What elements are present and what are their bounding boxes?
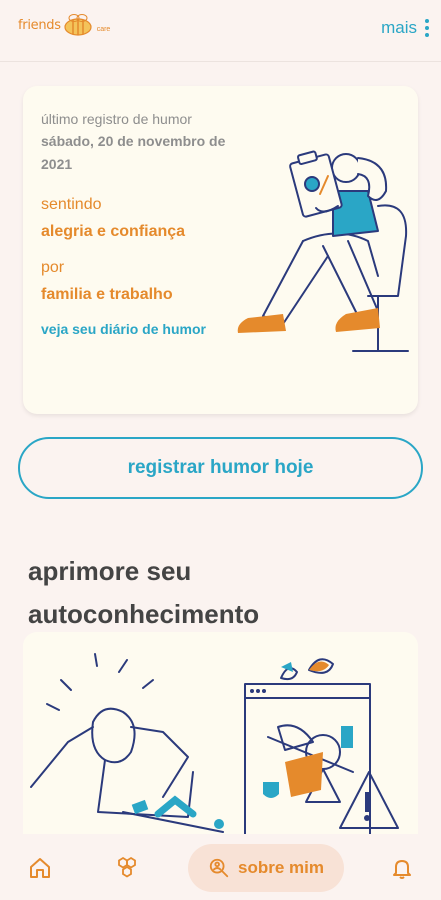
last-mood-details: último registro de humor sábado, 20 de n… <box>41 108 231 341</box>
nav-about-me-label: sobre mim <box>238 858 324 877</box>
reason-label: por <box>41 259 65 276</box>
logo-text: friends <box>18 17 61 33</box>
person-reading-report-illustration <box>237 150 409 352</box>
kebab-menu-icon <box>425 19 429 37</box>
home-icon[interactable] <box>28 856 52 880</box>
feeling-label: sentindo <box>41 196 102 213</box>
app-header: friends care mais <box>0 0 441 62</box>
register-mood-button[interactable]: registrar humor hoje <box>18 437 423 499</box>
mood-diary-link[interactable]: veja seu diário de humor <box>41 318 231 341</box>
bell-icon[interactable] <box>390 856 414 880</box>
self-knowledge-card[interactable] <box>23 632 418 842</box>
stressed-person-illustration <box>30 653 399 840</box>
more-menu-label: mais <box>381 18 417 37</box>
feeling-value: alegria e confiança <box>41 223 186 240</box>
last-record-label: último registro de humor <box>41 111 192 127</box>
reason-value: familia e trabalho <box>41 286 173 303</box>
nav-about-me-button[interactable]: sobre mim <box>188 844 344 892</box>
hexagons-icon[interactable] <box>115 856 139 880</box>
last-mood-card: último registro de humor sábado, 20 de n… <box>23 86 418 414</box>
section-title: aprimore seu autoconhecimento <box>28 556 260 629</box>
more-menu-button[interactable]: mais <box>381 18 429 38</box>
logo-subtext: care <box>96 25 111 33</box>
bee-logo-icon <box>64 14 92 36</box>
last-record-date: sábado, 20 de novembro de 2021 <box>41 133 226 172</box>
search-person-icon <box>209 858 229 878</box>
app-logo[interactable]: friends care <box>18 14 110 36</box>
